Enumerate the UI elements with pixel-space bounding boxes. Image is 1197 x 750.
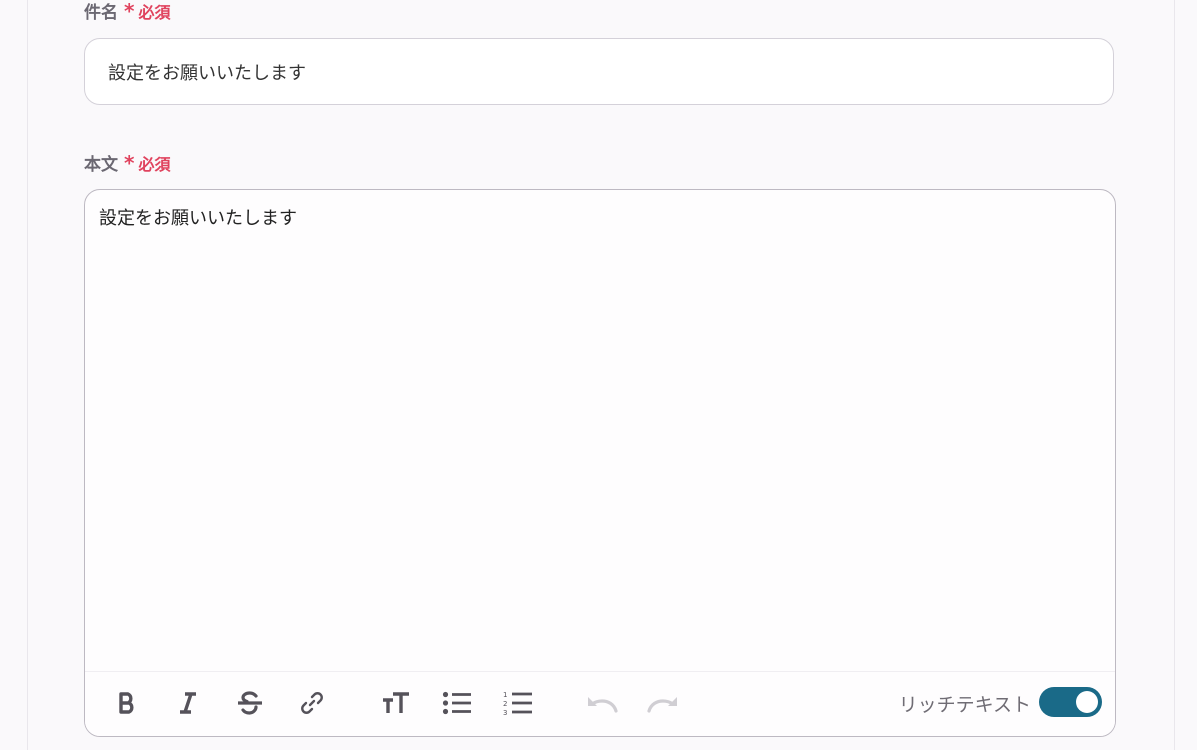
svg-text:2: 2 xyxy=(503,700,507,708)
bullet-list-icon xyxy=(442,691,472,715)
rich-text-toggle[interactable] xyxy=(1039,687,1102,717)
subject-value: 設定をお願いいたします xyxy=(108,62,306,84)
required-asterisk: * xyxy=(124,150,135,175)
required-text: 必須 xyxy=(138,2,171,22)
italic-button[interactable] xyxy=(171,686,205,720)
body-editor[interactable]: 設定をお願いいたします 1 2 3 リッチテキスト xyxy=(84,189,1116,737)
svg-text:1: 1 xyxy=(503,691,507,699)
italic-icon xyxy=(177,692,199,714)
numbered-list-button[interactable]: 1 2 3 xyxy=(501,686,535,720)
editor-toolbar: 1 2 3 リッチテキスト xyxy=(85,671,1115,736)
toggle-knob xyxy=(1076,691,1098,713)
subject-input[interactable]: 設定をお願いいたします xyxy=(84,38,1114,105)
numbered-list-icon: 1 2 3 xyxy=(503,690,533,716)
required-text: 必須 xyxy=(138,154,171,174)
redo-icon xyxy=(647,693,679,713)
text-size-button[interactable] xyxy=(379,686,413,720)
body-label-row: 本文 * 必須 xyxy=(84,150,171,176)
link-icon xyxy=(299,690,325,716)
subject-label: 件名 xyxy=(84,3,118,23)
bold-icon xyxy=(117,692,137,714)
bold-button[interactable] xyxy=(110,686,144,720)
undo-icon xyxy=(586,693,618,713)
body-value[interactable]: 設定をお願いいたします xyxy=(99,204,297,230)
strikethrough-icon xyxy=(236,691,264,715)
text-size-icon xyxy=(381,691,411,715)
subject-label-row: 件名 * 必須 xyxy=(84,0,170,23)
strikethrough-button[interactable] xyxy=(233,686,267,720)
link-button[interactable] xyxy=(295,686,329,720)
body-label: 本文 xyxy=(84,155,118,175)
redo-button[interactable] xyxy=(646,686,680,720)
rich-text-label: リッチテキスト xyxy=(898,694,1031,716)
svg-text:3: 3 xyxy=(503,709,507,716)
required-asterisk: * xyxy=(124,0,135,23)
undo-button[interactable] xyxy=(585,686,619,720)
bullet-list-button[interactable] xyxy=(440,686,474,720)
